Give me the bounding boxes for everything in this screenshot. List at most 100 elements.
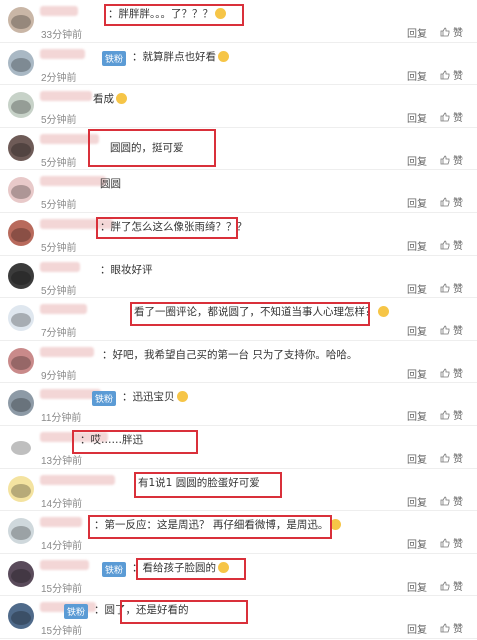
username-blurred[interactable] bbox=[40, 304, 87, 315]
avatar[interactable] bbox=[8, 134, 34, 161]
comment-time: 14分钟前 bbox=[41, 498, 83, 510]
highlight-box bbox=[88, 515, 332, 540]
avatar-image bbox=[11, 142, 31, 157]
like-button[interactable]: 赞 bbox=[440, 109, 463, 124]
reply-button[interactable]: 回复 bbox=[407, 451, 427, 466]
comment-time: 15分钟前 bbox=[41, 583, 83, 595]
avatar[interactable] bbox=[8, 262, 34, 289]
like-button[interactable]: 赞 bbox=[440, 67, 463, 82]
comment-row: 铁粉 ：就算胖点也好看 2分钟前 回复 赞 bbox=[0, 43, 477, 86]
avatar-image bbox=[11, 398, 31, 413]
comment-row: ：第一反应：这是周迅？ 再仔细看微博，是周迅。 14分钟前 回复赞 bbox=[0, 511, 477, 554]
avatar[interactable] bbox=[8, 603, 34, 630]
reply-button[interactable]: 回复 bbox=[407, 621, 427, 636]
avatar[interactable] bbox=[8, 347, 34, 374]
avatar[interactable] bbox=[8, 390, 34, 417]
comment-text: ：就算胖点也好看 bbox=[132, 49, 229, 64]
reply-button[interactable]: 回复 bbox=[407, 536, 427, 551]
highlight-box bbox=[88, 128, 216, 167]
comment-row: ：胖了怎么这么像张雨绮？？？ 5分钟前 回复赞 bbox=[0, 213, 477, 256]
username-blurred[interactable] bbox=[40, 559, 89, 570]
thumbs-up-icon bbox=[440, 197, 450, 207]
avatar-image bbox=[11, 483, 31, 498]
thumbs-up-icon bbox=[440, 325, 450, 335]
reply-button[interactable]: 回复 bbox=[407, 195, 427, 210]
reply-button[interactable]: 回复 bbox=[407, 281, 427, 296]
reply-button[interactable]: 回复 bbox=[407, 25, 427, 40]
like-button[interactable]: 赞 bbox=[440, 365, 463, 380]
highlight-box bbox=[130, 302, 370, 327]
fan-badge: 铁粉 bbox=[92, 391, 117, 407]
username-blurred[interactable] bbox=[40, 346, 94, 357]
fan-badge: 铁粉 bbox=[64, 604, 89, 620]
highlight-box bbox=[120, 600, 248, 625]
username-blurred[interactable] bbox=[40, 176, 106, 187]
emoji-icon bbox=[176, 391, 188, 403]
username-blurred[interactable] bbox=[40, 6, 78, 16]
avatar-image bbox=[11, 270, 31, 285]
avatar[interactable] bbox=[8, 560, 34, 587]
emoji-icon bbox=[377, 306, 389, 318]
avatar-image bbox=[11, 611, 31, 626]
thumbs-up-icon bbox=[440, 496, 450, 506]
avatar[interactable] bbox=[8, 49, 34, 76]
like-button[interactable]: 赞 bbox=[440, 535, 463, 550]
avatar[interactable] bbox=[8, 305, 34, 332]
avatar[interactable] bbox=[8, 7, 34, 33]
like-label: 赞 bbox=[453, 539, 463, 551]
reply-button[interactable]: 回复 bbox=[407, 68, 427, 83]
username-blurred[interactable] bbox=[40, 474, 115, 485]
like-button[interactable]: 赞 bbox=[440, 407, 463, 422]
reply-button[interactable]: 回复 bbox=[407, 494, 427, 509]
avatar[interactable] bbox=[8, 432, 34, 459]
avatar[interactable] bbox=[8, 219, 34, 246]
thumbs-up-icon bbox=[440, 70, 450, 80]
like-button[interactable]: 赞 bbox=[440, 450, 463, 465]
username-blurred[interactable] bbox=[40, 517, 82, 528]
reply-button[interactable]: 回复 bbox=[407, 238, 427, 253]
comment-row: 圆圆的，挺可爱 5分钟前 回复赞 bbox=[0, 128, 477, 171]
thumbs-up-icon bbox=[440, 453, 450, 463]
thumbs-up-icon bbox=[440, 368, 450, 378]
reply-button[interactable]: 回复 bbox=[407, 110, 427, 125]
username-blurred[interactable] bbox=[40, 261, 80, 272]
reply-button[interactable]: 回复 bbox=[407, 153, 427, 168]
avatar[interactable] bbox=[8, 92, 34, 119]
thumbs-up-icon bbox=[440, 240, 450, 250]
like-button[interactable]: 赞 bbox=[440, 620, 463, 635]
username-blurred[interactable] bbox=[40, 48, 85, 59]
comment-text: ：好吧，我希望自己买的第一台 只为了支持你。哈哈。 bbox=[102, 347, 357, 362]
fan-badge: 铁粉 bbox=[102, 50, 127, 66]
like-button[interactable]: 赞 bbox=[440, 322, 463, 337]
like-button[interactable]: 赞 bbox=[440, 24, 463, 39]
avatar[interactable] bbox=[8, 177, 34, 204]
highlight-box bbox=[96, 216, 238, 239]
avatar-image bbox=[11, 313, 31, 328]
comment-row: ：胖胖胖。。。了？？？ 33分钟前 回复赞 bbox=[0, 0, 477, 43]
username-blurred[interactable] bbox=[40, 91, 92, 102]
avatar-image bbox=[11, 440, 31, 455]
highlight-box bbox=[72, 429, 198, 454]
reply-button[interactable]: 回复 bbox=[407, 323, 427, 338]
avatar[interactable] bbox=[8, 475, 34, 502]
like-button[interactable]: 赞 bbox=[440, 152, 463, 167]
comment-row: 看成 5分钟前 回复 赞 bbox=[0, 85, 477, 128]
reply-button[interactable]: 回复 bbox=[407, 408, 427, 423]
avatar-image bbox=[11, 185, 31, 200]
comment-text-content: ：好吧，我希望自己买的第一台 只为了支持你。哈哈。 bbox=[102, 348, 358, 361]
like-button[interactable]: 赞 bbox=[440, 237, 463, 252]
like-button[interactable]: 赞 bbox=[440, 493, 463, 508]
like-button[interactable]: 赞 bbox=[440, 578, 463, 593]
thumbs-up-icon bbox=[440, 155, 450, 165]
like-button[interactable]: 赞 bbox=[440, 194, 463, 209]
like-button[interactable]: 赞 bbox=[440, 280, 463, 295]
like-label: 赞 bbox=[453, 113, 463, 125]
thumbs-up-icon bbox=[440, 581, 450, 591]
comment-time: 5分钟前 bbox=[41, 157, 77, 169]
avatar[interactable] bbox=[8, 518, 34, 545]
reply-button[interactable]: 回复 bbox=[407, 579, 427, 594]
reply-button[interactable]: 回复 bbox=[407, 366, 427, 381]
like-label: 赞 bbox=[453, 240, 463, 252]
comment-row: ：哎……胖迅 13分钟前 回复赞 bbox=[0, 426, 477, 469]
comment-row: 铁粉 ：迅迅宝贝 11分钟前 回复 赞 bbox=[0, 383, 477, 426]
